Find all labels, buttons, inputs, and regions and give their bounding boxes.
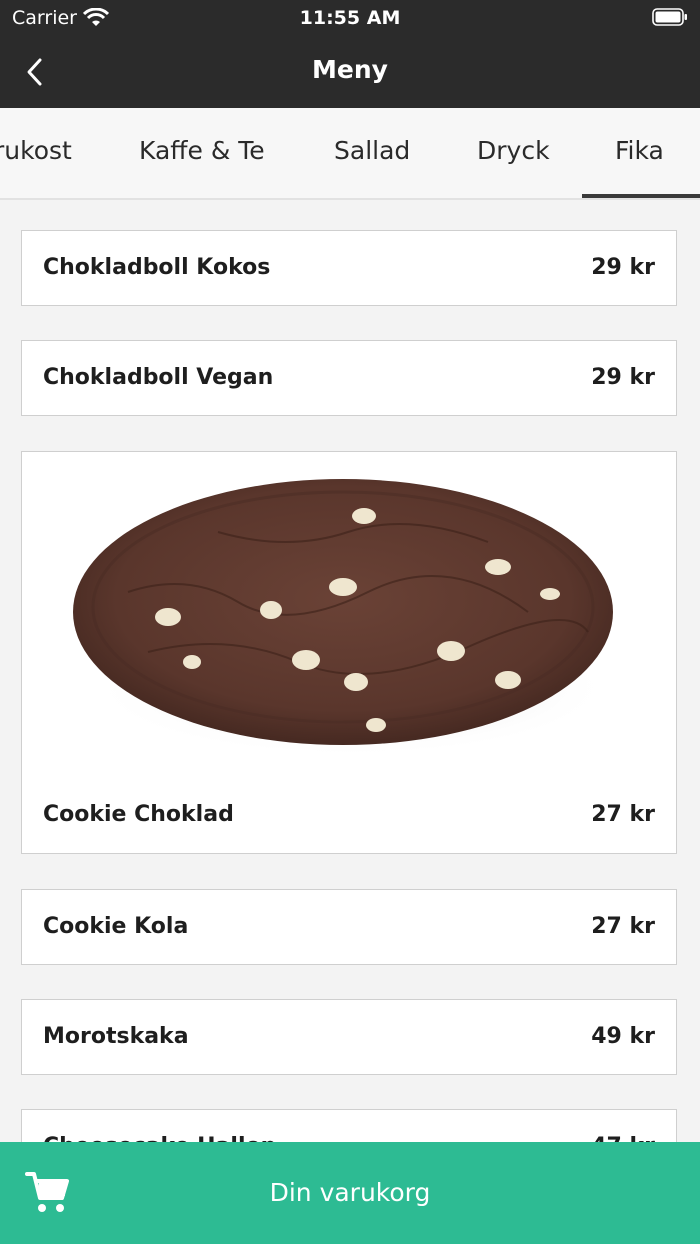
list-item[interactable]: Cookie Choklad 27 kr xyxy=(21,451,677,854)
item-name: Chokladboll Kokos xyxy=(43,255,271,280)
cart-button[interactable]: Din varukorg xyxy=(0,1142,700,1244)
status-bar: Carrier 11:55 AM xyxy=(0,0,700,36)
tab-frukost[interactable]: rukost xyxy=(0,136,72,165)
item-name: Chokladboll Vegan xyxy=(43,365,274,390)
cookie-image xyxy=(73,479,613,757)
item-price: 29 kr xyxy=(591,255,655,280)
item-price: 49 kr xyxy=(591,1024,655,1049)
item-name: Cheesecake Hallon xyxy=(43,1134,276,1142)
page-title: Meny xyxy=(312,55,388,84)
item-price: 47 kr xyxy=(591,1134,655,1142)
item-name: Cookie Choklad xyxy=(43,802,234,827)
item-name: Cookie Kola xyxy=(43,914,189,939)
product-list: Chokladboll Kokos 29 kr Chokladboll Vega… xyxy=(0,200,700,1142)
item-name: Morotskaka xyxy=(43,1024,189,1049)
list-item[interactable]: Cheesecake Hallon 47 kr xyxy=(21,1109,677,1142)
category-tabs: rukost Kaffe & Te Sallad Dryck Fika xyxy=(0,108,700,200)
item-price: 27 kr xyxy=(591,802,655,827)
nav-bar: Meny xyxy=(0,36,700,108)
list-item[interactable]: Morotskaka 49 kr xyxy=(21,999,677,1075)
active-tab-indicator xyxy=(582,194,700,198)
list-item[interactable]: Chokladboll Vegan 29 kr xyxy=(21,340,677,416)
tab-kaffe-te[interactable]: Kaffe & Te xyxy=(139,136,265,165)
battery-icon xyxy=(652,8,687,26)
tab-fika[interactable]: Fika xyxy=(615,136,664,165)
status-time: 11:55 AM xyxy=(299,7,401,29)
list-item[interactable]: Chokladboll Kokos 29 kr xyxy=(21,230,677,306)
item-price: 29 kr xyxy=(591,365,655,390)
tab-sallad[interactable]: Sallad xyxy=(334,136,410,165)
list-item[interactable]: Cookie Kola 27 kr xyxy=(21,889,677,965)
tab-dryck[interactable]: Dryck xyxy=(477,136,550,165)
item-price: 27 kr xyxy=(591,914,655,939)
cart-label: Din varukorg xyxy=(269,1178,431,1207)
